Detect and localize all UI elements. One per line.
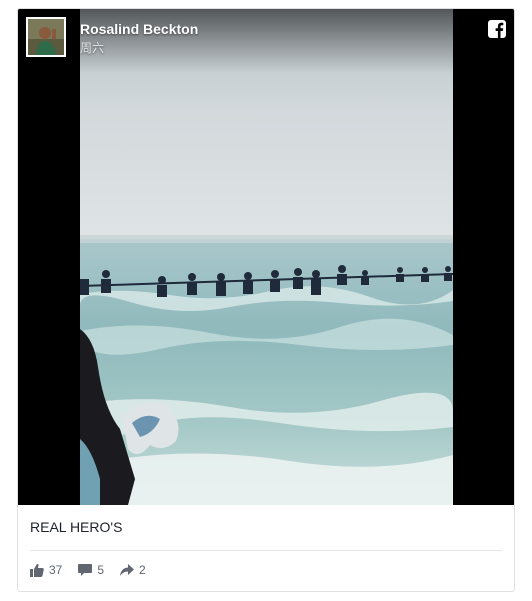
post-header: Rosalind Beckton 周六 <box>18 9 514 73</box>
like-count-button[interactable]: 37 <box>30 563 62 577</box>
post-caption: REAL HERO'S <box>30 519 123 535</box>
video-frame[interactable] <box>80 9 453 505</box>
thumbs-up-icon <box>30 563 44 577</box>
share-count-button[interactable]: 2 <box>120 563 146 577</box>
video-player[interactable]: Rosalind Beckton 周六 <box>18 9 514 505</box>
share-arrow-icon <box>120 564 135 576</box>
author-name[interactable]: Rosalind Beckton <box>80 21 198 37</box>
like-count: 37 <box>49 563 63 577</box>
post-time[interactable]: 周六 <box>80 39 104 56</box>
comment-count-button[interactable]: 5 <box>78 563 104 577</box>
avatar[interactable] <box>26 17 66 57</box>
comment-count: 5 <box>97 563 105 577</box>
embedded-post-card: Rosalind Beckton 周六 REAL HERO'S 37 5 2 <box>17 8 515 592</box>
facebook-icon[interactable] <box>488 20 506 38</box>
divider <box>30 550 502 551</box>
speech-bubble-icon <box>78 564 93 576</box>
share-count: 2 <box>139 563 146 577</box>
engagement-bar: 37 5 2 <box>30 559 162 581</box>
